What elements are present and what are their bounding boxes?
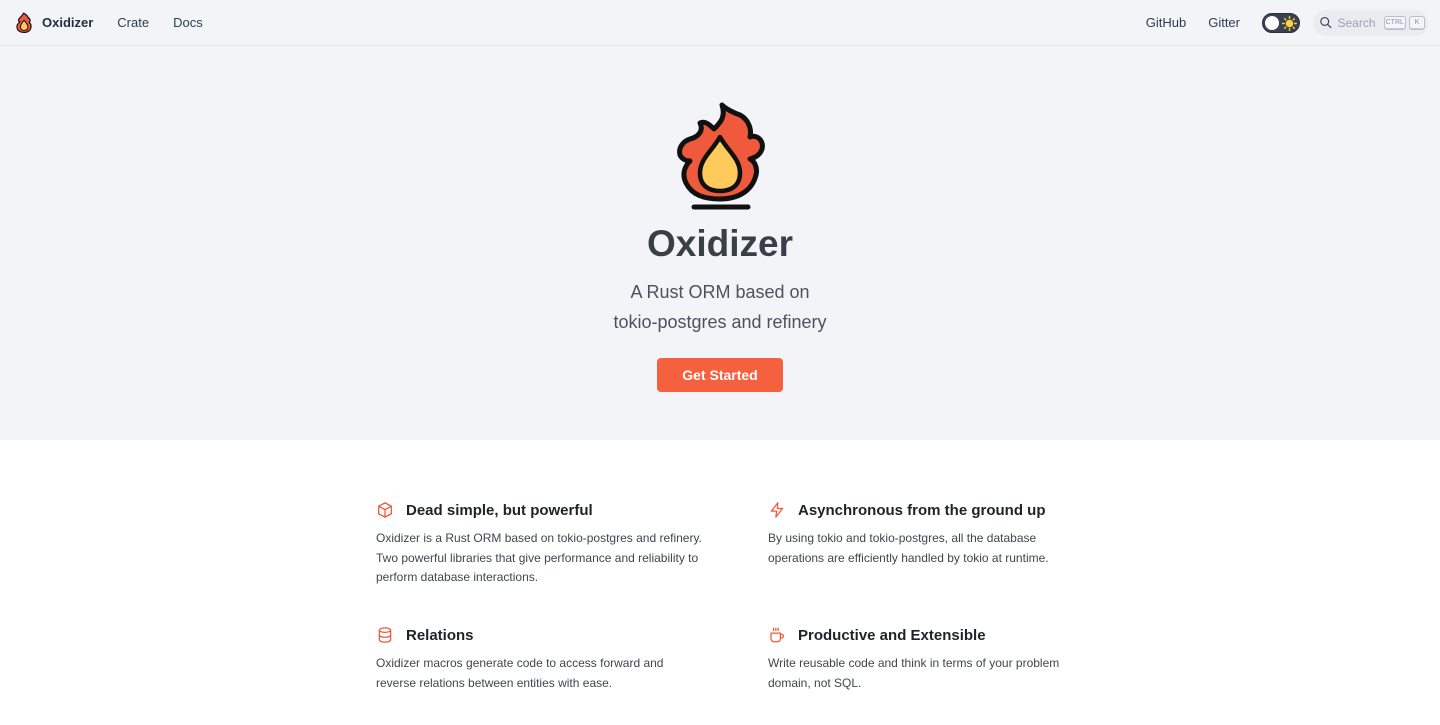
feature-description: Oxidizer is a Rust ORM based on tokio-po… <box>376 531 702 584</box>
navbar-right: GitHub Gitter Search CTRL K <box>1146 9 1440 36</box>
feature-header: Relations <box>376 623 706 647</box>
kbd-ctrl: CTRL <box>1383 15 1406 30</box>
feature-description: Oxidizer macros generate code to access … <box>376 656 664 690</box>
navbar-left: Oxidizer Crate Docs <box>0 12 203 34</box>
feature-title: Productive and Extensible <box>798 626 986 644</box>
feature-header: Asynchronous from the ground up <box>768 498 1068 522</box>
kbd-k: K <box>1409 15 1425 30</box>
hero-title: Oxidizer <box>647 223 793 264</box>
search-placeholder: Search <box>1337 15 1376 30</box>
brand-link[interactable]: Oxidizer <box>14 12 93 34</box>
feature-description: Write reusable code and think in terms o… <box>768 656 1060 690</box>
get-started-button[interactable]: Get Started <box>657 358 783 392</box>
feature-relations: Relations Oxidizer macros generate code … <box>376 623 706 693</box>
top-navbar: Oxidizer Crate Docs GitHub Gitter Search… <box>0 0 1440 46</box>
database-icon <box>378 627 392 643</box>
hero-section: Oxidizer A Rust ORM based on tokio-postg… <box>0 46 1440 440</box>
feature-title: Dead simple, but powerful <box>406 501 593 519</box>
flame-logo-icon <box>16 12 32 33</box>
feature-description: By using tokio and tokio-postgres, all t… <box>768 531 1049 565</box>
brand-title: Oxidizer <box>42 15 94 30</box>
flame-logo-icon <box>677 102 765 210</box>
lightning-icon <box>770 502 784 518</box>
feature-productive: Productive and Extensible Write reusable… <box>768 623 1078 693</box>
box-icon <box>377 502 393 518</box>
hero-tagline-line-2: tokio-postgres and refinery <box>613 312 827 332</box>
feature-dead-simple: Dead simple, but powerful Oxidizer is a … <box>376 498 706 588</box>
feature-title: Asynchronous from the ground up <box>798 501 1046 519</box>
feature-header: Productive and Extensible <box>768 623 1078 647</box>
nav-link-github[interactable]: GitHub <box>1146 15 1186 30</box>
nav-link-docs[interactable]: Docs <box>173 15 203 30</box>
hero-tagline: A Rust ORM based on tokio-postgres and r… <box>520 277 920 337</box>
coffee-cup-icon <box>770 627 785 643</box>
nav-link-gitter[interactable]: Gitter <box>1208 15 1240 30</box>
feature-title: Relations <box>406 626 474 644</box>
search-icon <box>1320 16 1332 29</box>
feature-async: Asynchronous from the ground up By using… <box>768 498 1068 568</box>
nav-link-crate[interactable]: Crate <box>117 15 149 30</box>
sun-icon <box>1282 15 1297 31</box>
feature-header: Dead simple, but powerful <box>376 498 706 522</box>
hero-tagline-line-1: A Rust ORM based on <box>630 282 810 302</box>
theme-toggle[interactable] <box>1262 12 1300 33</box>
toggle-knob <box>1265 15 1279 30</box>
search-button[interactable]: Search CTRL K <box>1313 9 1428 36</box>
